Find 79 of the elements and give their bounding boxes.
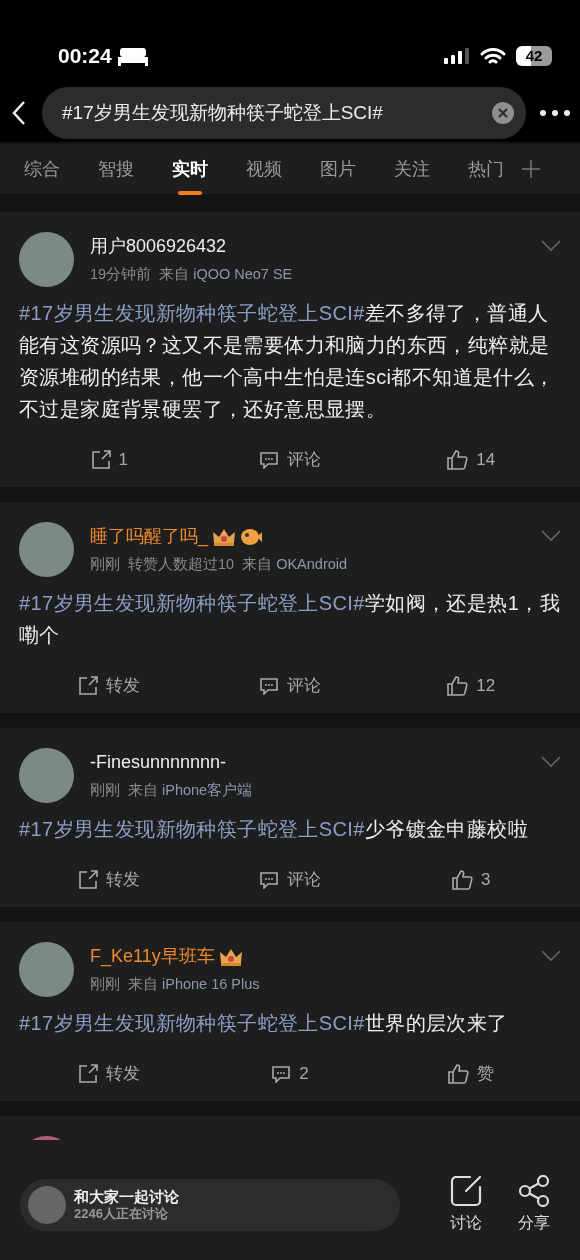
share-icon (518, 1175, 550, 1207)
share-out-icon (78, 870, 99, 890)
tab[interactable]: 智搜 (98, 149, 134, 189)
bed-icon (117, 46, 148, 66)
signal-icon (444, 48, 470, 64)
thumbs-up-icon (446, 449, 469, 471)
post-text: #17岁男生发现新物种筷子蛇登上SCI#学如阀，还是热1，我嘞个 (19, 591, 561, 648)
more-icon[interactable] (540, 110, 570, 116)
like-button[interactable]: 赞 (380, 1060, 561, 1088)
comment-icon (259, 677, 279, 695)
comment-icon (271, 1065, 292, 1083)
like-button[interactable]: 12 (380, 672, 561, 700)
post-source: 来自 iPhone 16 Plus (128, 975, 260, 995)
tab-indicator (178, 190, 202, 195)
like-button[interactable]: 14 (380, 446, 561, 474)
discussion-count: 2246人正在讨论 (74, 1206, 169, 1222)
share-button[interactable]: 分享 (518, 1175, 550, 1235)
close-icon (498, 108, 508, 118)
edit-icon (450, 1175, 482, 1207)
tab[interactable]: 实时 (172, 149, 208, 189)
repost-button[interactable]: 1 (19, 446, 200, 474)
avatar (19, 942, 74, 997)
username[interactable]: F_Ke11y早班车 (90, 943, 215, 971)
avatar (19, 748, 74, 803)
tab[interactable]: 图片 (320, 149, 356, 189)
tab[interactable]: 视频 (246, 149, 282, 189)
post-source: 来自 iPhone客户端 (128, 781, 253, 801)
post-text: #17岁男生发现新物种筷子蛇登上SCI#差不多得了，普通人能有这资源吗？这又不是需要体力和脑力的东西，纯粹就是资源堆砌的结果，他一个高中生怕是连sci都不知道是什么，不过是家庭背景硬罢了，还好意思显摆。 (19, 301, 556, 422)
chevron-down-icon[interactable] (541, 756, 561, 768)
comment-button[interactable]: 评论 (199, 446, 381, 474)
like-button[interactable]: 3 (380, 866, 561, 894)
discussion-title: 和大家一起讨论 (74, 1188, 179, 1206)
post-text: #17岁男生发现新物种筷子蛇登上SCI#少爷镀金申藤校啦 (19, 817, 530, 842)
username[interactable]: 用户8006926432 (90, 233, 227, 261)
add-icon[interactable] (522, 160, 540, 178)
discussion-bar[interactable]: 和大家一起讨论 2246人正在讨论 (20, 1179, 400, 1231)
post-text: #17岁男生发现新物种筷子蛇登上SCI#世界的层次来了 (19, 1011, 509, 1036)
avatar (19, 522, 74, 577)
username[interactable]: -Finesunnnnnnn- (90, 749, 227, 777)
comment-button[interactable]: 评论 (199, 866, 381, 894)
comment-icon (259, 871, 279, 889)
username[interactable]: 睡了吗醒了吗_ (90, 523, 208, 551)
hashtag-link[interactable]: #17岁男生发现新物种筷子蛇登上SCI# (19, 1012, 365, 1034)
chevron-down-icon[interactable] (541, 240, 561, 252)
tab[interactable]: 综合 (24, 149, 60, 189)
comment-button[interactable]: 评论 (199, 672, 381, 700)
chevron-down-icon[interactable] (541, 950, 561, 962)
avatar (28, 1186, 66, 1224)
repost-button[interactable]: 转发 (19, 1060, 200, 1088)
thumbs-up-icon (447, 1063, 470, 1085)
back-icon[interactable] (12, 100, 26, 126)
tab[interactable]: 关注 (394, 149, 430, 189)
tab[interactable]: 热门 (468, 149, 504, 189)
repost-button[interactable]: 转发 (19, 672, 200, 700)
comment-button[interactable]: 2 (199, 1060, 381, 1088)
fish-icon (240, 526, 262, 547)
repost-count-note: 转赞人数超过10 (128, 555, 235, 575)
share-out-icon (78, 676, 99, 696)
comment-icon (259, 451, 279, 469)
hashtag-link[interactable]: #17岁男生发现新物种筷子蛇登上SCI# (19, 818, 365, 840)
chevron-down-icon[interactable] (541, 530, 561, 542)
post-time: 刚刚 (90, 555, 120, 575)
post-time: 19分钟前 (90, 265, 152, 285)
discuss-button[interactable]: 讨论 (450, 1175, 482, 1235)
share-out-icon (78, 1064, 99, 1084)
search-field[interactable]: #17岁男生发现新物种筷子蛇登上SCI# (42, 87, 526, 139)
post-source: 来自 iQOO Neo7 SE (159, 265, 293, 285)
avatar (19, 232, 74, 287)
wifi-icon (480, 47, 506, 65)
thumbs-up-icon (450, 869, 473, 891)
share-out-icon (90, 450, 111, 470)
clock-time: 00:24 (58, 43, 112, 70)
thumbs-up-icon (446, 675, 469, 697)
post-time: 刚刚 (90, 975, 120, 995)
post-time: 刚刚 (90, 781, 120, 801)
repost-button[interactable]: 转发 (19, 866, 200, 894)
post-source: 来自 OKAndroid (242, 555, 348, 575)
hashtag-link[interactable]: #17岁男生发现新物种筷子蛇登上SCI# (19, 592, 365, 614)
hashtag-link[interactable]: #17岁男生发现新物种筷子蛇登上SCI# (19, 302, 365, 324)
